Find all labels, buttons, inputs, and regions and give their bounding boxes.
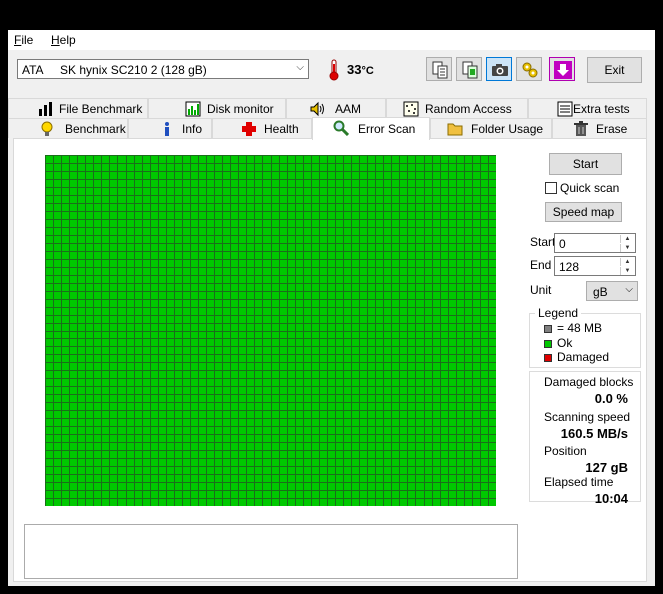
download-button[interactable] (549, 57, 575, 81)
tab-health[interactable]: Health (212, 118, 312, 138)
screenshot-icon (492, 64, 508, 76)
copy-info-button[interactable] (456, 57, 482, 81)
extra-tests-icon (557, 101, 573, 117)
tab-info[interactable]: Info (128, 118, 212, 138)
tab-file-benchmark[interactable]: File Benchmark (8, 98, 148, 118)
copy-text-button[interactable] (426, 57, 452, 81)
position-value: 127 gB (585, 460, 628, 475)
quick-scan-checkbox[interactable] (545, 182, 557, 194)
info-icon (165, 122, 169, 136)
screenshot-button[interactable] (486, 57, 512, 81)
tab-error-scan[interactable]: Error Scan (312, 117, 430, 140)
spin-up-icon[interactable]: ▲ (620, 235, 634, 243)
chevron-down-icon: ⌵ (625, 284, 633, 295)
spin-down-icon[interactable]: ▼ (620, 244, 634, 252)
drive-type: ATA (22, 63, 44, 77)
end-field-label: End (530, 258, 552, 272)
app-window: File Help ATA SK hynix SC210 2 (128 gB) … (8, 30, 655, 586)
spin-down-icon[interactable]: ▼ (620, 267, 634, 275)
speaker-icon (310, 101, 324, 117)
block-map (45, 155, 496, 506)
block-map-ok-area (45, 155, 496, 506)
tab-aam[interactable]: AAM (286, 98, 386, 118)
temperature-value: 33°C (347, 62, 374, 77)
start-position-field[interactable]: 0 ▲ ▼ (554, 233, 636, 253)
scan-stats-group: Damaged blocks 0.0 % Scanning speed 160.… (529, 371, 641, 506)
thermometer-icon (329, 59, 339, 81)
chevron-down-icon: ⌵ (296, 62, 304, 73)
scanning-speed-label: Scanning speed (544, 410, 631, 424)
error-scan-panel: Start Quick scan Speed map Start 0 ▲ ▼ E… (13, 138, 647, 582)
tab-benchmark[interactable]: Benchmark (8, 118, 128, 138)
menu-help[interactable]: Help (51, 33, 76, 47)
unit-select[interactable]: gB ⌵ (586, 281, 638, 301)
start-field-label: Start (530, 235, 556, 249)
copy-info-icon (462, 61, 478, 79)
temperature-display: 33°C (323, 57, 386, 83)
tab-folder-usage[interactable]: Folder Usage (430, 118, 552, 138)
tab-random-access[interactable]: Random Access (386, 98, 528, 118)
download-icon (554, 61, 572, 79)
copy-text-icon (432, 61, 448, 79)
drive-select[interactable]: ATA SK hynix SC210 2 (128 gB) ⌵ (17, 59, 309, 79)
drive-name: SK hynix SC210 2 (128 gB) (60, 63, 207, 77)
settings-icon (522, 62, 538, 78)
legend-swatch-block-size (544, 325, 552, 333)
magnifier-icon (333, 120, 349, 136)
legend-title: Legend (535, 306, 582, 320)
tab-disk-monitor[interactable]: Disk monitor (148, 98, 286, 118)
end-position-field[interactable]: 128 ▲ ▼ (554, 256, 636, 276)
legend-damaged: Damaged (557, 350, 610, 364)
tab-erase[interactable]: Erase (552, 118, 647, 138)
lightbulb-icon (41, 121, 53, 136)
start-scan-button[interactable]: Start (549, 153, 622, 175)
legend-block-size: = 48 MB (557, 321, 603, 335)
block-map-grid (45, 155, 496, 506)
legend-group: Legend = 48 MB Ok Damaged (529, 306, 641, 368)
quick-scan-label: Quick scan (560, 181, 620, 195)
legend-ok: Ok (557, 336, 573, 350)
file-benchmark-icon (39, 102, 52, 116)
spin-up-icon[interactable]: ▲ (620, 258, 634, 266)
elapsed-time-value: 10:04 (594, 491, 628, 506)
health-cross-icon (242, 122, 256, 136)
toolbar: ATA SK hynix SC210 2 (128 gB) ⌵ 33°C Exi… (8, 50, 655, 90)
exit-button[interactable]: Exit (587, 57, 642, 83)
trash-icon (574, 121, 588, 136)
tab-extra-tests[interactable]: Extra tests (528, 98, 647, 118)
menu-file[interactable]: File (14, 33, 33, 47)
position-label: Position (544, 444, 587, 458)
scanning-speed-value: 160.5 MB/s (560, 426, 628, 441)
legend-swatch-ok (544, 340, 552, 348)
damaged-blocks-value: 0.0 % (594, 391, 628, 406)
legend-swatch-damaged (544, 354, 552, 362)
speed-map-button[interactable]: Speed map (545, 202, 622, 222)
menu-bar: File Help (8, 30, 655, 50)
folder-icon (447, 123, 463, 136)
disk-monitor-icon (185, 101, 201, 117)
damaged-blocks-label: Damaged blocks (544, 375, 634, 389)
settings-button[interactable] (516, 57, 542, 81)
random-access-icon (403, 101, 419, 117)
elapsed-time-label: Elapsed time (544, 475, 614, 489)
scan-log-box[interactable] (24, 524, 518, 579)
unit-label: Unit (530, 283, 552, 297)
